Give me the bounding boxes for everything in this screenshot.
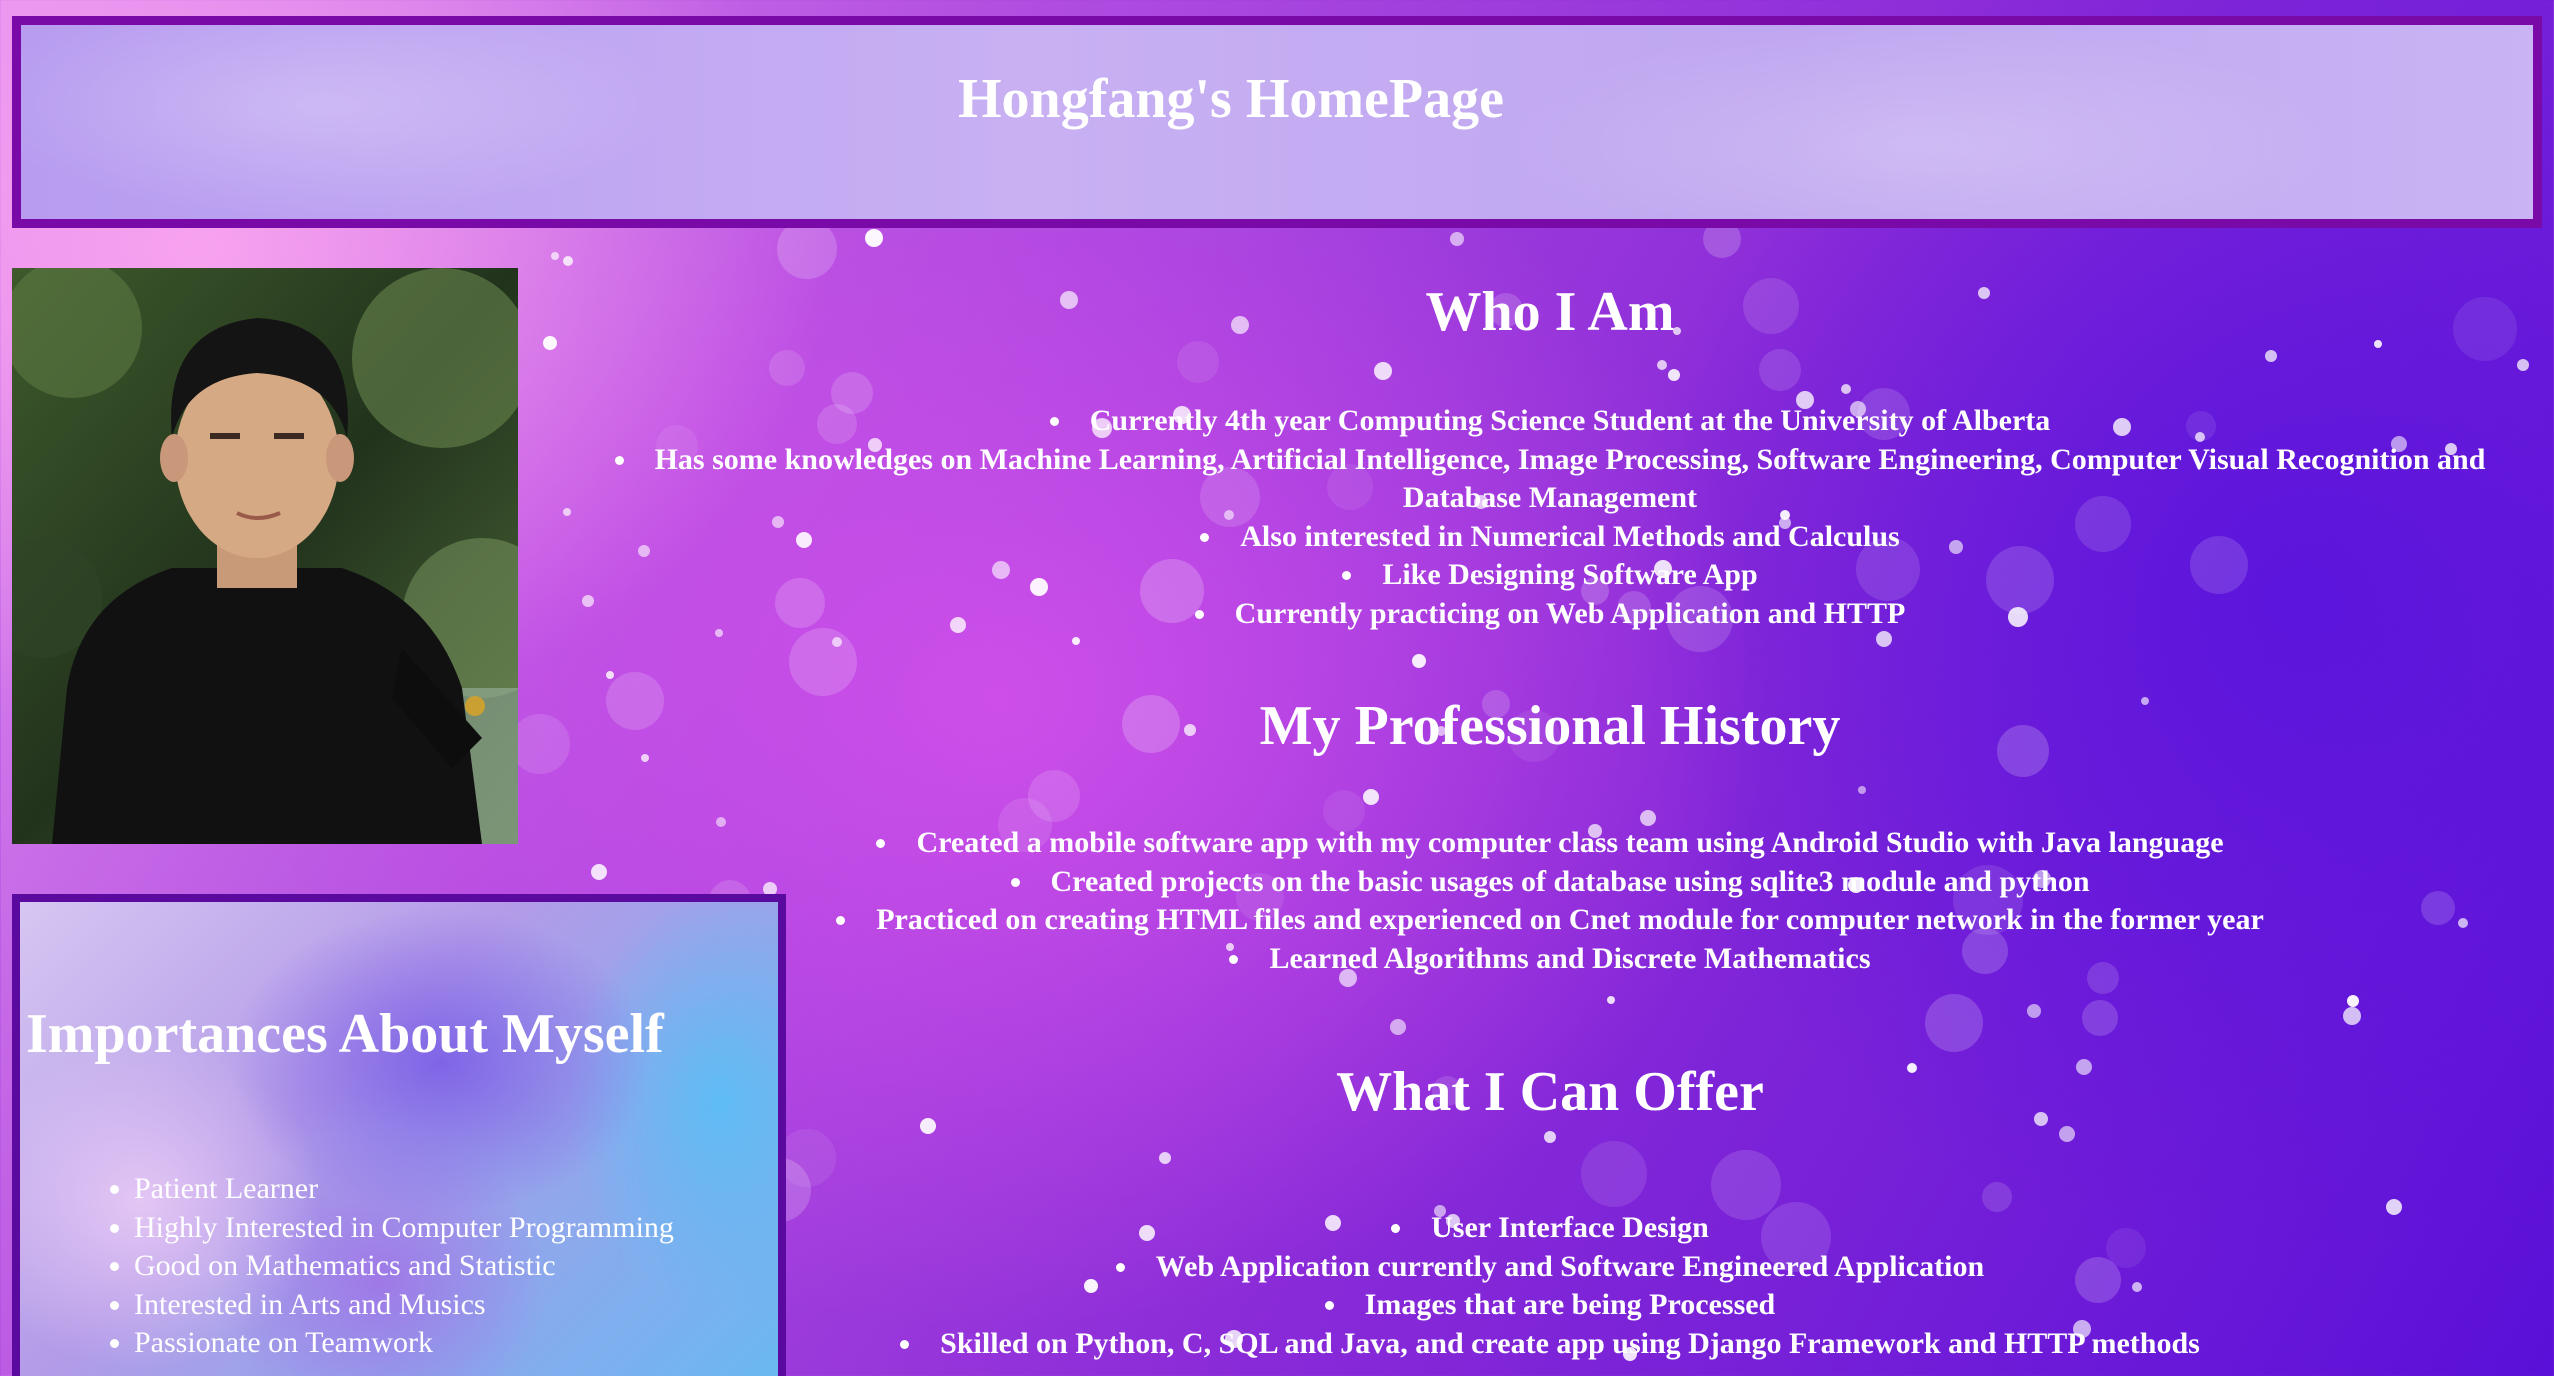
bokeh-dot [1982,1182,2012,1212]
profile-photo [12,268,518,844]
bokeh-dot [769,350,805,386]
page-title: Hongfang's HomePage [958,68,1504,130]
page-header: Hongfang's HomePage [12,16,2542,228]
bokeh-dot [551,252,559,260]
bokeh-dot [865,229,883,247]
bokeh-dot [778,1129,836,1187]
bokeh-dot [606,671,614,679]
bokeh-dot [1544,1131,1556,1143]
bokeh-dot [2347,995,2359,1007]
importances-panel: Importances About Myself Patient Learner… [12,894,786,1376]
who-i-am-list: Currently 4th year Computing Science Stu… [560,402,2540,633]
what-i-can-offer-list: User Interface Design Web Application cu… [560,1209,2540,1363]
list-item: Practiced on creating HTML files and exp… [560,901,2540,940]
bokeh-dot [789,628,857,696]
bokeh-dot [1657,360,1667,370]
bokeh-dot [1759,349,1801,391]
list-item: Currently practicing on Web Application … [560,595,2540,634]
professional-history-heading: My Professional History [1259,695,1841,757]
bokeh-dot [1450,232,1464,246]
bokeh-dot [1363,789,1379,805]
bokeh-dot [1159,1152,1171,1164]
bokeh-dot [1581,1141,1647,1207]
bokeh-dot [563,256,573,266]
bokeh-dot [1925,994,1983,1052]
bokeh-dot [1858,786,1866,794]
professional-history-list: Created a mobile software app with my co… [560,824,2540,978]
bokeh-dot [1374,362,1392,380]
bokeh-dot [1390,1019,1406,1035]
list-item: Created projects on the basic usages of … [560,863,2540,902]
what-i-can-offer-heading: What I Can Offer [1336,1061,1764,1123]
list-item: Also interested in Numerical Methods and… [560,518,2540,557]
list-item: Created a mobile software app with my co… [560,824,2540,863]
list-item: Good on Mathematics and Statistic [134,1247,674,1286]
list-item: User Interface Design [560,1209,2540,1248]
bokeh-dot [1177,341,1219,383]
list-item: Highly Interested in Computer Programmin… [134,1209,674,1248]
list-item: Images that are being Processed [560,1286,2540,1325]
bokeh-dot [1668,369,1680,381]
list-item: Currently 4th year Computing Science Stu… [560,402,2540,441]
list-item: Skilled on Python, C, SQL and Java, and … [560,1325,2540,1364]
bokeh-dot [2517,359,2529,371]
bokeh-dot [777,219,837,279]
bokeh-dot [1607,996,1615,1004]
list-item: Patient Learner [134,1170,674,1209]
bokeh-dot [1841,384,1851,394]
bokeh-dot [2027,1004,2041,1018]
importances-heading: Importances About Myself [26,1003,664,1065]
list-item: Learned Algorithms and Discrete Mathemat… [560,940,2540,979]
list-item: Like Designing Software App [560,556,2540,595]
importances-list: Patient Learner Highly Interested in Com… [20,1170,674,1363]
bokeh-dot [1876,631,1892,647]
who-i-am-heading: Who I Am [1425,281,1675,343]
bokeh-dot [2059,1126,2075,1142]
list-item: Interested in Arts and Musics [134,1286,674,1325]
bokeh-dot [2343,1007,2361,1025]
list-item: Web Application currently and Software E… [560,1248,2540,1287]
bokeh-dot [1072,637,1080,645]
bokeh-dot [543,336,557,350]
bokeh-dot [2082,1000,2118,1036]
profile-photo-image [12,268,518,844]
bokeh-dot [2265,350,2277,362]
bokeh-dot [1028,770,1080,822]
list-item: Has some knowledges on Machine Learning,… [560,441,2540,518]
list-item: Passionate on Teamwork [134,1324,674,1363]
bokeh-dot [832,637,842,647]
bokeh-dot [1412,654,1426,668]
